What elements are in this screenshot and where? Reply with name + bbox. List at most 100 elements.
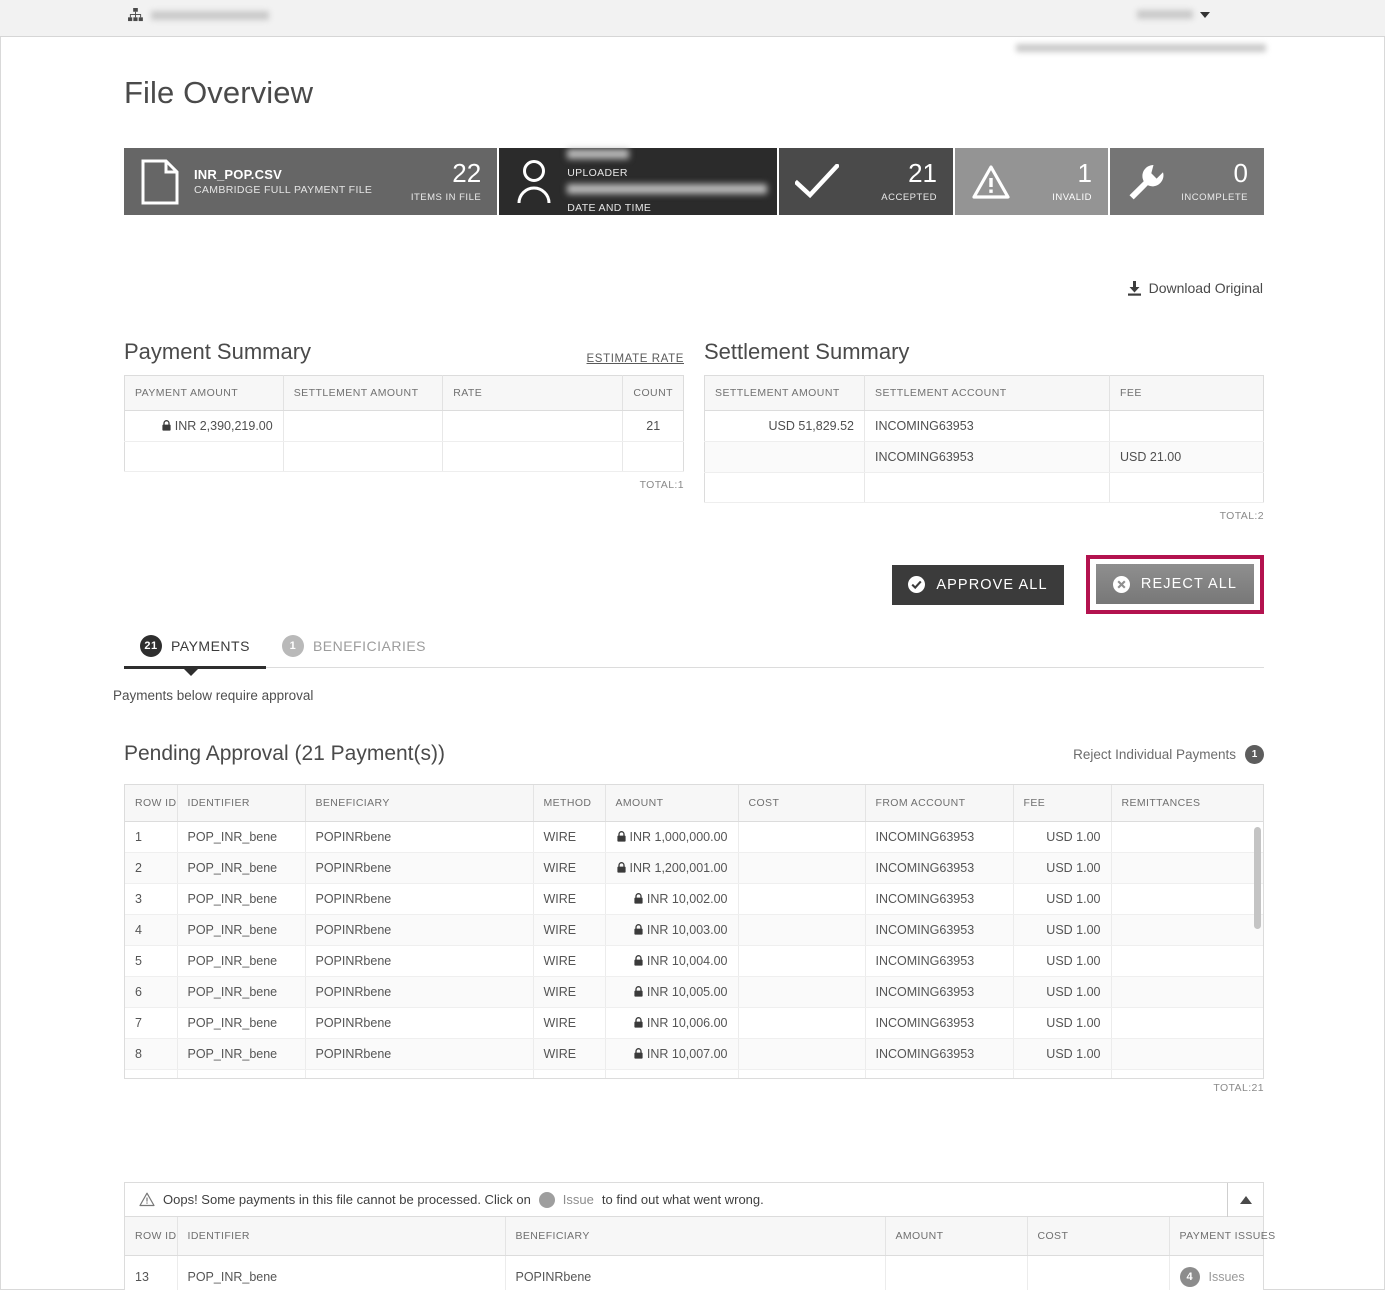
cell-beneficiary: POPINRbene — [305, 821, 534, 853]
payment-summary-total: TOTAL:1 — [639, 479, 684, 491]
cell-row-id: 2 — [125, 852, 178, 884]
file-summary-tiles: INR_POP.CSV CAMBRIDGE FULL PAYMENT FILE … — [124, 148, 1264, 215]
cell-from-account: INCOMING63953 — [865, 852, 1014, 884]
table-row[interactable]: 7 POP_INR_bene POPINRbene WIRE INR 10,00… — [125, 1007, 1263, 1039]
payment-issues-panel: Oops! Some payments in this file cannot … — [124, 1182, 1275, 1290]
accepted-label: ACCEPTED — [881, 192, 938, 203]
amount-value: INR 10,005.00 — [646, 985, 728, 999]
col-amount: AMOUNT — [885, 1217, 1028, 1256]
cell-fee — [1109, 410, 1264, 442]
col-payment-issues: PAYMENT ISSUES — [1169, 1217, 1275, 1256]
col-identifier: IDENTIFIER — [177, 785, 306, 822]
cell-beneficiary: POPINRbene — [305, 1038, 534, 1070]
cell-identifier: POP_INR_bene — [177, 1038, 306, 1070]
document-icon — [141, 159, 179, 204]
cell-from-account: INCOMING63953 — [865, 945, 1014, 977]
payment-issues-message: Oops! Some payments in this file cannot … — [139, 1191, 1227, 1208]
cell-identifier: POP_INR_bene — [177, 945, 306, 977]
issues-link[interactable]: 4 Issues — [1179, 1267, 1254, 1287]
table-row[interactable]: USD 51,829.52 INCOMING63953 — [704, 410, 1264, 442]
table-row[interactable]: 13 POP_INR_bene POPINRbene 4 Issues — [125, 1255, 1263, 1290]
amount-value: INR 10,008.00 — [647, 1078, 728, 1079]
table-row[interactable]: 1 POP_INR_bene POPINRbene WIRE INR 1,000… — [125, 821, 1263, 853]
reject-all-label: REJECT ALL — [1140, 576, 1238, 592]
lock-icon — [634, 1048, 643, 1059]
cell-fee: USD 1.00 — [1013, 1007, 1112, 1039]
pending-approval-total: TOTAL:21 — [1213, 1082, 1264, 1094]
cell-beneficiary: POPINRbene — [305, 852, 534, 884]
cell-fee: USD 1.00 — [1013, 883, 1112, 915]
payment-amount-value: INR 2,390,219.00 — [174, 419, 273, 433]
cell-beneficiary: POPINRbene — [305, 945, 534, 977]
tab-beneficiaries-label: BENEFICIARIES — [312, 638, 427, 654]
cell-beneficiary: POPINRbene — [305, 914, 534, 946]
cell-from-account: INCOMING63953 — [865, 821, 1014, 853]
table-row[interactable]: 3 POP_INR_bene POPINRbene WIRE INR 10,00… — [125, 883, 1263, 915]
table-row[interactable]: 9 POP_INR_bene POPINRbene WIRE INR 10,00… — [125, 1069, 1263, 1079]
cell-row-id: 9 — [125, 1069, 178, 1078]
user-icon — [517, 159, 551, 203]
tab-beneficiaries[interactable]: 1 BENEFICIARIES — [266, 635, 442, 666]
uploader-label: UPLOADER — [567, 167, 628, 179]
lock-icon — [616, 831, 626, 842]
col-fee: FEE — [1013, 785, 1112, 822]
download-original-link[interactable]: Download Original — [1127, 280, 1263, 296]
reject-all-highlight: REJECT ALL — [1086, 555, 1264, 614]
table-row[interactable]: 6 POP_INR_bene POPINRbene WIRE INR 10,00… — [125, 976, 1263, 1008]
file-type: CAMBRIDGE FULL PAYMENT FILE — [194, 184, 373, 196]
table-row[interactable]: 8 POP_INR_bene POPINRbene WIRE INR 10,00… — [125, 1038, 1263, 1070]
tile-invalid: 1 INVALID — [955, 148, 1109, 215]
cell-method: WIRE — [533, 914, 606, 946]
cell-identifier: POP_INR_bene — [177, 852, 306, 884]
warning-triangle-icon — [972, 164, 1010, 199]
cell-amount: INR 10,004.00 — [605, 945, 739, 977]
estimate-rate-link[interactable]: ESTIMATE RATE — [587, 353, 684, 365]
pending-approval-table: ROW ID IDENTIFIER BENEFICIARY METHOD AMO… — [125, 785, 1263, 1079]
col-cost: COST — [1027, 1217, 1170, 1256]
lock-icon — [162, 420, 171, 431]
col-cost: COST — [738, 785, 866, 822]
organization-selector[interactable] — [128, 8, 269, 22]
cell-payment-issues[interactable]: 4 Issues — [1169, 1256, 1263, 1290]
tile-file-info: INR_POP.CSV CAMBRIDGE FULL PAYMENT FILE … — [124, 148, 498, 215]
col-method: METHOD — [533, 785, 606, 822]
org-hierarchy-icon — [128, 8, 143, 22]
cell-settlement-amount — [283, 410, 444, 442]
cell-beneficiary: POPINRbene — [305, 1069, 534, 1078]
amount-value: INR 10,007.00 — [646, 1047, 728, 1061]
table-row[interactable]: 4 POP_INR_bene POPINRbene WIRE INR 10,00… — [125, 914, 1263, 946]
lock-icon — [634, 893, 643, 904]
tab-payments[interactable]: 21 PAYMENTS — [124, 635, 266, 669]
lock-icon — [634, 924, 643, 935]
tab-active-pointer — [182, 667, 200, 676]
cell-fee: USD 1.00 — [1013, 976, 1112, 1008]
cell-from-account: INCOMING63953 — [865, 883, 1014, 915]
table-row[interactable]: 5 POP_INR_bene POPINRbene WIRE INR 10,00… — [125, 945, 1263, 977]
cell-amount: INR 10,006.00 — [605, 1007, 739, 1039]
table-row[interactable]: INCOMING63953 USD 21.00 — [704, 441, 1264, 473]
issues-collapse-button[interactable] — [1227, 1182, 1263, 1217]
page-title: File Overview — [124, 75, 314, 110]
reject-all-button[interactable]: REJECT ALL — [1096, 564, 1254, 604]
table-row[interactable]: INR 2,390,219.00 21 — [124, 410, 684, 442]
user-menu[interactable] — [1137, 10, 1210, 19]
download-original-label: Download Original — [1148, 280, 1263, 296]
approve-all-button[interactable]: APPROVE ALL — [892, 564, 1064, 605]
cell-payment-amount: INR 2,390,219.00 — [124, 410, 284, 442]
cell-method: WIRE — [533, 976, 606, 1008]
col-settlement-amount: SETTLEMENT AMOUNT — [283, 375, 444, 411]
cell-row-id: 8 — [125, 1038, 178, 1070]
table-scrollbar-thumb[interactable] — [1254, 827, 1261, 929]
cell-amount: INR 1,000,000.00 — [605, 821, 739, 853]
cell-amount: INR 10,002.00 — [605, 883, 739, 915]
content-tabs: 21 PAYMENTS 1 BENEFICIARIES — [124, 635, 1264, 669]
cell-remittances — [1111, 883, 1263, 915]
chevron-down-icon — [1200, 11, 1210, 18]
col-row-id: ROW ID — [125, 1217, 178, 1256]
file-name: INR_POP.CSV — [194, 167, 282, 182]
reject-individual-payments-link[interactable]: Reject Individual Payments 1 — [1073, 744, 1264, 764]
cell-cost — [738, 1069, 866, 1078]
amount-value: INR 10,002.00 — [646, 892, 728, 906]
system-date-text — [1016, 44, 1266, 52]
table-row[interactable]: 2 POP_INR_bene POPINRbene WIRE INR 1,200… — [125, 852, 1263, 884]
